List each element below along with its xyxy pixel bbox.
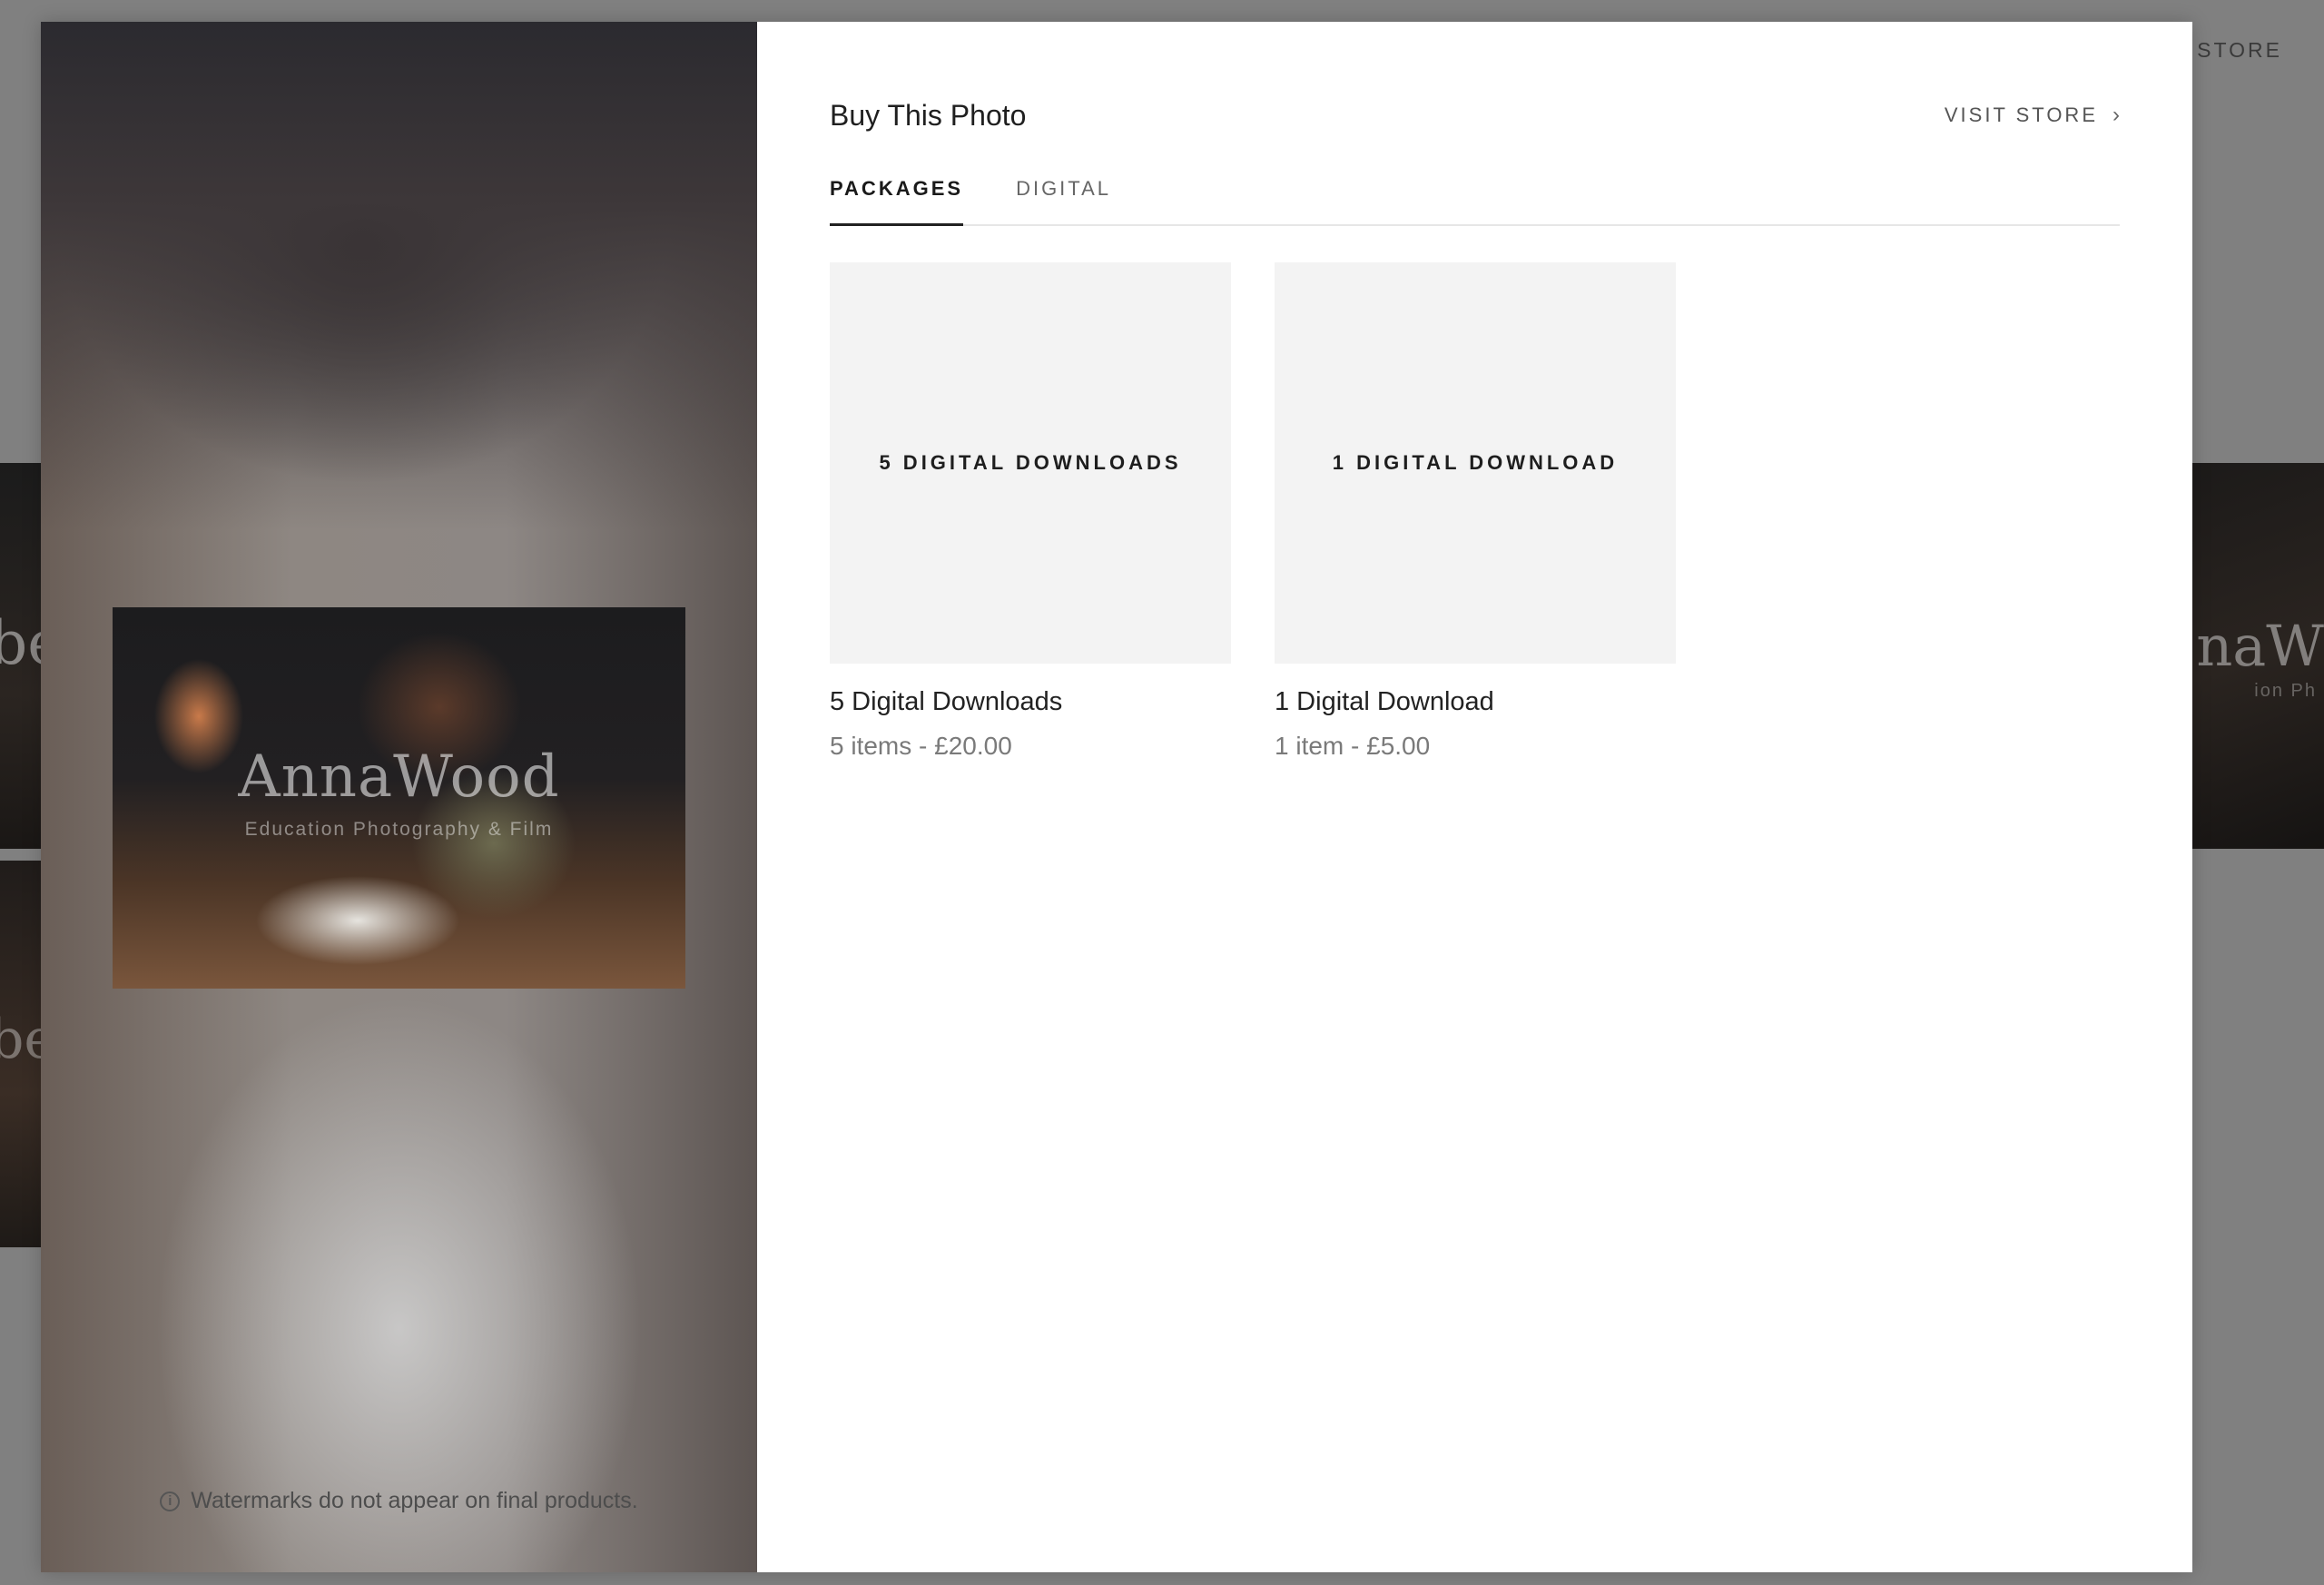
package-thumbnail[interactable]: 1 DIGITAL DOWNLOAD: [1275, 262, 1676, 664]
tab-digital[interactable]: DIGITAL: [1016, 168, 1111, 224]
background-watermark: naW: [2196, 613, 2324, 679]
tab-packages[interactable]: PACKAGES: [830, 168, 964, 226]
visit-store-link[interactable]: VISIT STORE ›: [1945, 103, 2120, 128]
info-icon: i: [160, 1491, 181, 1511]
photo-preview-pane: AnnaWood Education Photography & Film i …: [41, 22, 757, 1572]
package-price: 5 items - £20.00: [830, 732, 1012, 760]
package-name: 5 Digital Downloads: [830, 687, 1063, 716]
dialog-header: Buy This Photo VISIT STORE ›: [830, 93, 2120, 138]
package-list: 5 DIGITAL DOWNLOADS 5 Digital Downloads …: [830, 262, 2120, 761]
dialog-title: Buy This Photo: [830, 98, 1027, 132]
buy-photo-dialog: AnnaWood Education Photography & Film i …: [41, 22, 2192, 1572]
photo-watermark: AnnaWood: [238, 743, 560, 811]
photo-preview: AnnaWood Education Photography & Film: [113, 607, 685, 989]
photo-watermark-subtitle: Education Photography & Film: [244, 819, 554, 840]
chevron-right-icon: ›: [2112, 103, 2120, 127]
visit-store-label: VISIT STORE: [1944, 103, 2098, 126]
product-tabs: PACKAGES DIGITAL: [830, 168, 2120, 226]
package-card-1-download[interactable]: 1 DIGITAL DOWNLOAD 1 Digital Download 1 …: [1275, 262, 1676, 761]
package-thumbnail[interactable]: 5 DIGITAL DOWNLOADS: [830, 262, 1231, 664]
background-watermark-subtitle: ion Ph: [2254, 681, 2317, 701]
package-price: 1 item - £5.00: [1275, 732, 1431, 760]
watermark-note: i Watermarks do not appear on final prod…: [41, 1488, 757, 1514]
package-card-5-downloads[interactable]: 5 DIGITAL DOWNLOADS 5 Digital Downloads …: [830, 262, 1231, 761]
package-name: 1 Digital Download: [1275, 687, 1494, 716]
purchase-pane: Buy This Photo VISIT STORE › PACKAGES DI…: [757, 22, 2192, 1572]
blurred-backdrop: [41, 22, 757, 530]
watermark-note-text: Watermarks do not appear on final produc…: [191, 1488, 638, 1513]
